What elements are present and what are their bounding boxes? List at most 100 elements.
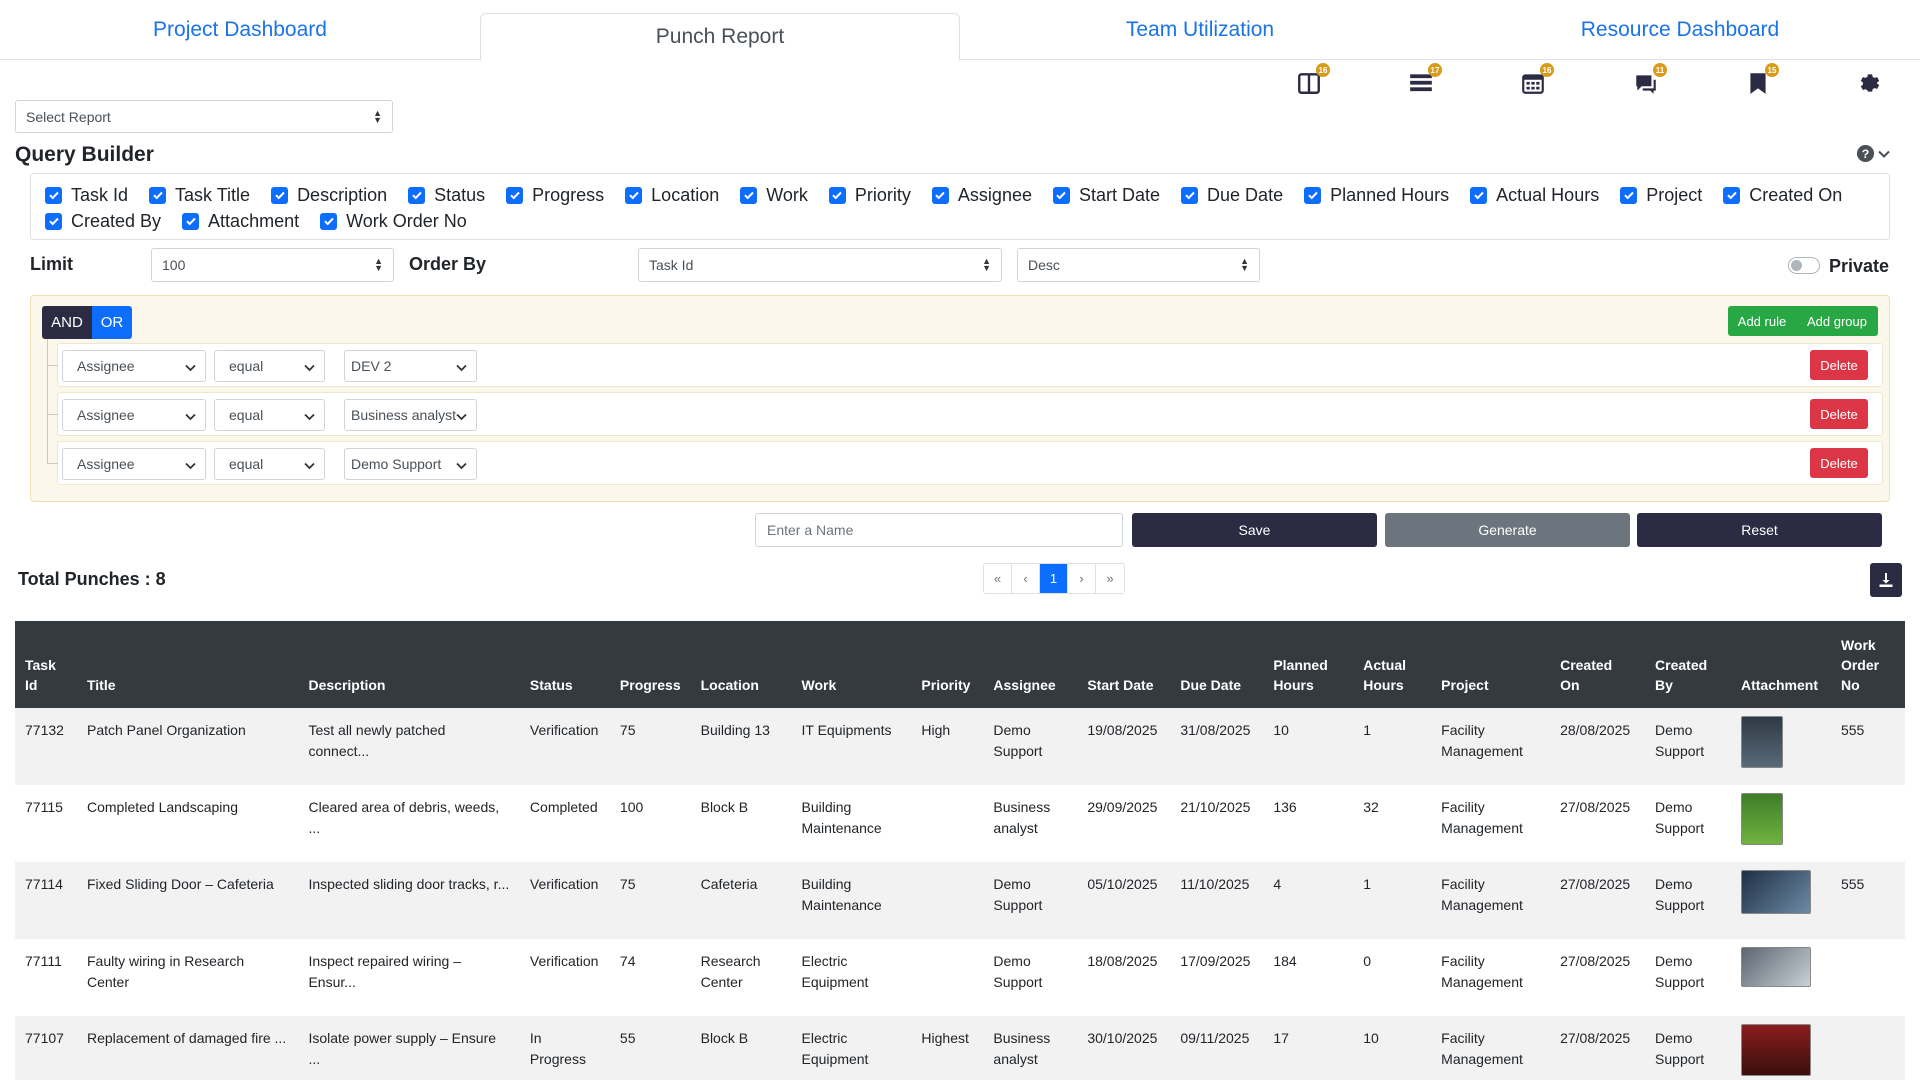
column-header-status[interactable]: Status: [519, 621, 610, 708]
column-header-planned-hours[interactable]: Planned Hours: [1263, 621, 1354, 708]
column-header-attachment[interactable]: Attachment: [1730, 621, 1831, 708]
generate-button[interactable]: Generate: [1385, 513, 1630, 547]
column-checkbox-created-on[interactable]: Created On: [1723, 182, 1842, 208]
checkbox-checked-icon[interactable]: [1304, 186, 1322, 204]
column-header-assignee[interactable]: Assignee: [983, 621, 1078, 708]
attachment-thumbnail[interactable]: [1740, 1024, 1811, 1076]
table-row[interactable]: 77132 Patch Panel Organization Test all ne…: [15, 708, 1905, 785]
column-checkbox-due-date[interactable]: Due Date: [1181, 182, 1283, 208]
column-header-progress[interactable]: Progress: [609, 621, 691, 708]
delete-rule-button[interactable]: Delete: [1810, 350, 1868, 380]
checkbox-checked-icon[interactable]: [1723, 186, 1741, 204]
table-row[interactable]: 77115 Completed Landscaping Cleared area o…: [15, 785, 1905, 862]
rule-value-select[interactable]: Business analyst: [344, 399, 477, 431]
order-direction-select[interactable]: Desc ▲ ▼: [1017, 248, 1260, 282]
column-checkbox-description[interactable]: Description: [271, 182, 387, 208]
checkbox-checked-icon[interactable]: [740, 186, 758, 204]
page-last-button[interactable]: »: [1096, 564, 1124, 593]
column-checkbox-start-date[interactable]: Start Date: [1052, 182, 1160, 208]
save-button[interactable]: Save: [1132, 513, 1377, 547]
column-checkbox-work-order-no[interactable]: Work Order No: [320, 208, 467, 234]
column-header-priority[interactable]: Priority: [911, 621, 984, 708]
tab-resource-dashboard[interactable]: Resource Dashboard: [1440, 0, 1920, 60]
column-header-start-date[interactable]: Start Date: [1077, 621, 1171, 708]
column-checkbox-task-title[interactable]: Task Title: [149, 182, 250, 208]
limit-select[interactable]: 100 ▲ ▼: [151, 248, 394, 282]
column-header-actual-hours[interactable]: Actual Hours: [1353, 621, 1432, 708]
add-group-button[interactable]: Add group: [1796, 306, 1878, 336]
chat-icon[interactable]: 11: [1629, 63, 1667, 100]
checkbox-checked-icon[interactable]: [506, 186, 524, 204]
column-checkbox-progress[interactable]: Progress: [506, 182, 604, 208]
column-checkbox-work[interactable]: Work: [740, 182, 808, 208]
column-header-due-date[interactable]: Due Date: [1170, 621, 1264, 708]
checkbox-checked-icon[interactable]: [828, 186, 846, 204]
column-checkbox-attachment[interactable]: Attachment: [182, 208, 299, 234]
and-button[interactable]: AND: [42, 306, 92, 339]
checkbox-checked-icon[interactable]: [149, 186, 167, 204]
column-checkbox-planned-hours[interactable]: Planned Hours: [1304, 182, 1449, 208]
attachment-thumbnail[interactable]: [1740, 870, 1811, 914]
checkbox-checked-icon[interactable]: [1470, 186, 1488, 204]
rule-operator-select[interactable]: equal: [214, 399, 325, 431]
tab-punch-report[interactable]: Punch Report: [480, 13, 960, 61]
checkbox-checked-icon[interactable]: [45, 212, 62, 230]
column-checkbox-priority[interactable]: Priority: [828, 182, 911, 208]
delete-rule-button[interactable]: Delete: [1810, 399, 1868, 429]
delete-rule-button[interactable]: Delete: [1810, 448, 1868, 478]
column-checkbox-status[interactable]: Status: [408, 182, 485, 208]
board-icon[interactable]: 16: [1292, 63, 1330, 100]
rule-field-select[interactable]: Assignee: [62, 448, 206, 480]
tab-team-utilization[interactable]: Team Utilization: [960, 0, 1440, 60]
checkbox-checked-icon[interactable]: [271, 186, 289, 204]
report-select[interactable]: Select Report ▲ ▼: [15, 100, 393, 133]
calendar-icon[interactable]: 16: [1516, 63, 1554, 100]
gear-icon[interactable]: [1853, 66, 1887, 100]
reset-button[interactable]: Reset: [1637, 513, 1882, 547]
column-header-work[interactable]: Work: [791, 621, 912, 708]
checkbox-checked-icon[interactable]: [1181, 186, 1199, 204]
table-row[interactable]: 77111 Faulty wiring in Research Center Ins…: [15, 939, 1905, 1016]
list-icon[interactable]: 17: [1404, 63, 1442, 100]
add-rule-button[interactable]: Add rule: [1728, 306, 1796, 336]
table-row[interactable]: 77107 Replacement of damaged fire ... Isol…: [15, 1016, 1905, 1080]
page-next-button[interactable]: ›: [1068, 564, 1096, 593]
column-header-project[interactable]: Project: [1431, 621, 1551, 708]
attachment-thumbnail[interactable]: [1740, 793, 1783, 845]
rule-field-select[interactable]: Assignee: [62, 399, 206, 431]
column-checkbox-created-by[interactable]: Created By: [45, 208, 161, 234]
rule-value-select[interactable]: DEV 2: [344, 350, 477, 382]
column-checkbox-assignee[interactable]: Assignee: [931, 182, 1032, 208]
checkbox-checked-icon[interactable]: [320, 212, 338, 230]
help-dropdown[interactable]: ?: [1856, 144, 1890, 163]
column-header-title[interactable]: Title: [76, 621, 299, 708]
or-button[interactable]: OR: [92, 306, 132, 339]
column-checkbox-actual-hours[interactable]: Actual Hours: [1470, 182, 1599, 208]
checkbox-checked-icon[interactable]: [1620, 186, 1638, 204]
column-header-location[interactable]: Location: [690, 621, 792, 708]
checkbox-checked-icon[interactable]: [408, 186, 426, 204]
table-row[interactable]: 77114 Fixed Sliding Door – Cafeteria Inspe…: [15, 862, 1905, 939]
checkbox-checked-icon[interactable]: [45, 186, 62, 204]
column-checkbox-location[interactable]: Location: [625, 182, 719, 208]
checkbox-checked-icon[interactable]: [625, 186, 643, 204]
attachment-thumbnail[interactable]: [1740, 716, 1783, 768]
private-toggle[interactable]: [1788, 257, 1820, 274]
download-button[interactable]: [1870, 563, 1902, 597]
column-header-created-by[interactable]: Created By: [1645, 621, 1731, 708]
rule-operator-select[interactable]: equal: [214, 448, 325, 480]
rule-operator-select[interactable]: equal: [214, 350, 325, 382]
checkbox-checked-icon[interactable]: [931, 186, 949, 204]
column-checkbox-project[interactable]: Project: [1620, 182, 1702, 208]
attachment-thumbnail[interactable]: [1740, 947, 1811, 987]
column-header-created-on[interactable]: Created On: [1550, 621, 1646, 708]
column-header-task-id[interactable]: Task Id: [15, 621, 77, 708]
column-checkbox-task-id[interactable]: Task Id: [45, 182, 128, 208]
page-current-button[interactable]: 1: [1040, 564, 1068, 593]
page-first-button[interactable]: «: [984, 564, 1012, 593]
tab-project-dashboard[interactable]: Project Dashboard: [0, 0, 480, 60]
rule-field-select[interactable]: Assignee: [62, 350, 206, 382]
bookmark-icon[interactable]: 15: [1741, 63, 1779, 100]
column-header-work-order-no[interactable]: Work Order No: [1830, 621, 1905, 708]
page-prev-button[interactable]: ‹: [1012, 564, 1040, 593]
